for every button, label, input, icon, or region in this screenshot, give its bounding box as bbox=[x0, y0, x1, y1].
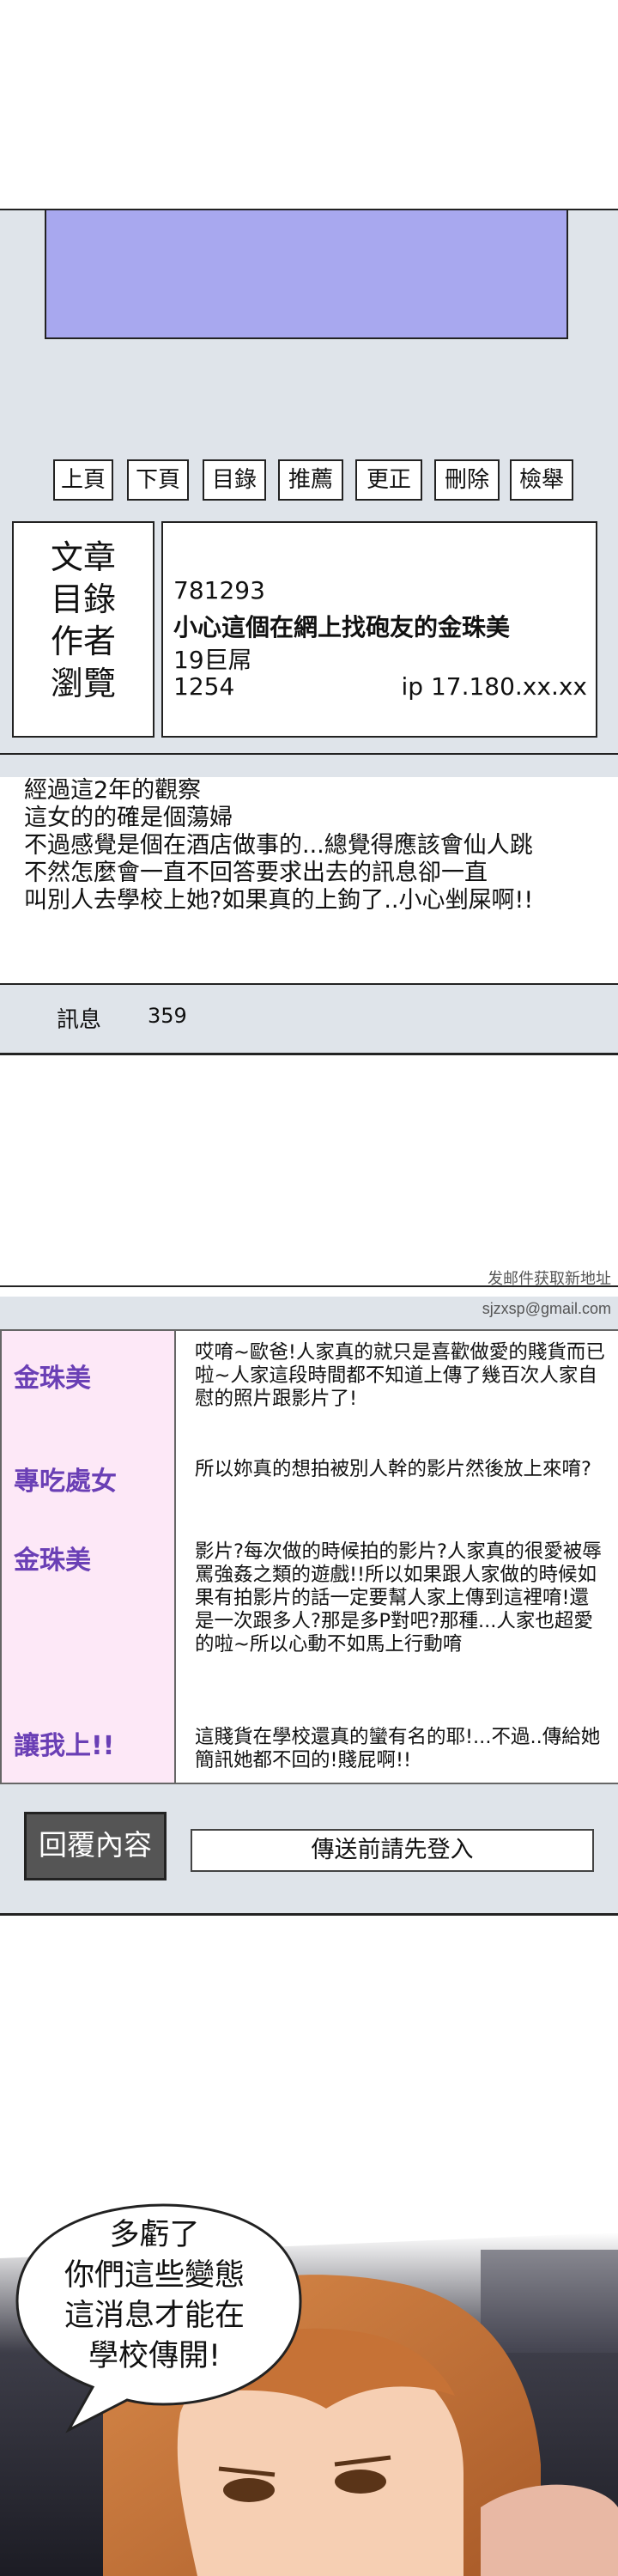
author-name[interactable]: 19巨屌 bbox=[173, 641, 252, 676]
chat-message: 這賤貨在學校還真的蠻有名的耶!...不過..傳給她簡訊她都不回的!賤屁啊!! bbox=[195, 1726, 601, 1771]
view-count: 1254 bbox=[173, 672, 235, 701]
meta-labels: 文章 目錄 作者 瀏覽 bbox=[12, 521, 154, 738]
chat-names-column: 金珠美 專吃處女 金珠美 讓我上!! bbox=[0, 1329, 176, 1784]
chat-message: 哎唷~歐爸!人家真的就只是喜歡做愛的賤貨而已啦~人家這段時間都不知道上傳了幾百次… bbox=[195, 1341, 605, 1410]
messages-bar: 訊息 359 bbox=[0, 985, 618, 1054]
chat-username[interactable]: 專吃處女 bbox=[14, 1460, 117, 1498]
chat-username[interactable]: 金珠美 bbox=[14, 1539, 91, 1577]
messages-label: 訊息 bbox=[57, 1007, 102, 1033]
recommend-button[interactable]: 推薦 bbox=[278, 459, 343, 501]
chat-username[interactable]: 讓我上!! bbox=[14, 1724, 114, 1762]
article-id: 781293 bbox=[173, 576, 265, 605]
speech-line: 學校傳開! bbox=[88, 2339, 221, 2373]
chat-message: 所以妳真的想拍被別人幹的影片然後放上來唷? bbox=[195, 1458, 591, 1480]
ip-address: ip 17.180.xx.xx bbox=[401, 672, 587, 701]
speech-line: 這消息才能在 bbox=[64, 2299, 245, 2333]
post-line: 不過感覺是個在酒店做事的...總覺得應該會仙人跳 bbox=[24, 832, 533, 859]
chat-messages-column: 哎唷~歐爸!人家真的就只是喜歡做愛的賤貨而已啦~人家這段時間都不知道上傳了幾百次… bbox=[176, 1329, 618, 1784]
prev-page-button[interactable]: 上頁 bbox=[53, 459, 113, 501]
correct-button[interactable]: 更正 bbox=[355, 459, 422, 501]
article-title[interactable]: 小心這個在網上找砲友的金珠美 bbox=[173, 609, 510, 643]
messages-bottom-divider bbox=[0, 1053, 618, 1055]
window-shape bbox=[481, 2250, 618, 2353]
label-author: 作者 bbox=[50, 623, 116, 660]
next-page-button[interactable]: 下頁 bbox=[127, 459, 189, 501]
shoulder-shape bbox=[481, 2484, 618, 2576]
banner-image bbox=[45, 210, 568, 339]
meta-values: 781293 小心這個在網上找砲友的金珠美 19巨屌 1254 ip 17.18… bbox=[161, 521, 597, 738]
post-line: 叫別人去學校上她?如果真的上鉤了..小心剉屎啊!! bbox=[24, 887, 534, 914]
post-line: 不然怎麼會一直不回答要求出去的訊息卻一直 bbox=[24, 860, 488, 886]
speech-bubble-text: 多虧了 你們這些變態 這消息才能在 學校傳開! bbox=[17, 2215, 292, 2377]
post-body: 經過這2年的觀察 這女的的確是個蕩婦 不過感覺是個在酒店做事的...總覺得應該會… bbox=[24, 777, 608, 914]
chat-bottom-divider bbox=[0, 1913, 618, 1916]
speech-line: 多虧了 bbox=[109, 2218, 200, 2252]
report-button[interactable]: 檢舉 bbox=[510, 459, 573, 501]
label-article: 文章 bbox=[50, 538, 116, 576]
login-prompt-field[interactable]: 傳送前請先登入 bbox=[191, 1829, 594, 1872]
toc-button[interactable]: 目錄 bbox=[203, 459, 266, 501]
chat-username[interactable]: 金珠美 bbox=[14, 1357, 91, 1394]
reply-button[interactable]: 回覆內容 bbox=[24, 1812, 167, 1880]
watermark-address: 发邮件获取新地址 bbox=[488, 1270, 611, 1287]
messages-count: 359 bbox=[148, 1004, 187, 1028]
post-divider bbox=[0, 753, 618, 755]
right-eye bbox=[335, 2470, 386, 2494]
chat-message: 影片?每次做的時候拍的影片?人家真的很愛被辱罵強姦之類的遊戲!!所以如果跟人家做… bbox=[195, 1540, 602, 1656]
speech-line: 你們這些變態 bbox=[64, 2258, 245, 2293]
post-line: 經過這2年的觀察 bbox=[24, 777, 202, 804]
watermark-email: sjzxsp@gmail.com bbox=[482, 1300, 611, 1317]
post-line: 這女的的確是個蕩婦 bbox=[24, 805, 233, 831]
label-views: 瀏覽 bbox=[50, 665, 116, 702]
delete-button[interactable]: 刪除 bbox=[434, 459, 500, 501]
label-toc: 目錄 bbox=[50, 580, 116, 618]
left-eye bbox=[223, 2478, 275, 2502]
